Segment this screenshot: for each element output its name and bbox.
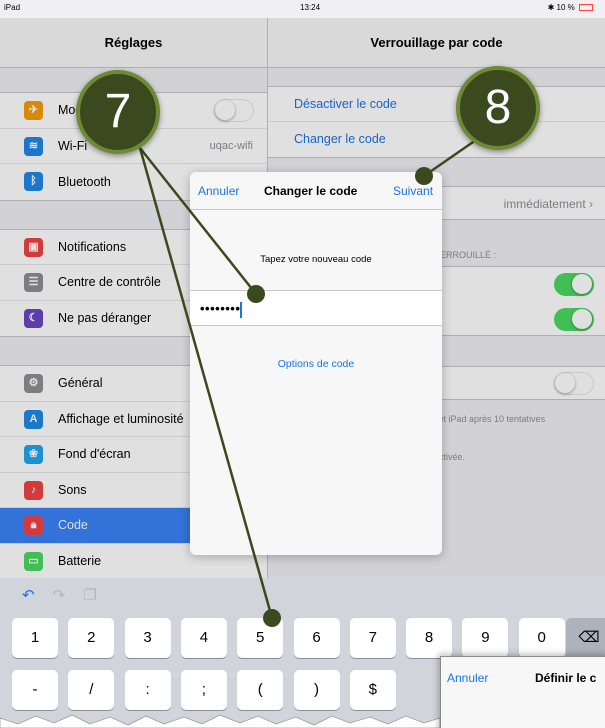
callout-7-line-field [139, 147, 257, 295]
callout-8-line [423, 138, 477, 178]
callout-8-dot [415, 167, 433, 185]
callout-7-dot-field [247, 285, 265, 303]
callout-7-dot-key [263, 609, 281, 627]
ipad-screen: iPad 13:24 ✱ 10 % Réglages ✈Mode Avion≋W… [0, 0, 605, 728]
callout-7-line-key [138, 147, 274, 619]
callout-step-7: 7 [76, 70, 160, 154]
callout-step-8: 8 [456, 66, 540, 150]
